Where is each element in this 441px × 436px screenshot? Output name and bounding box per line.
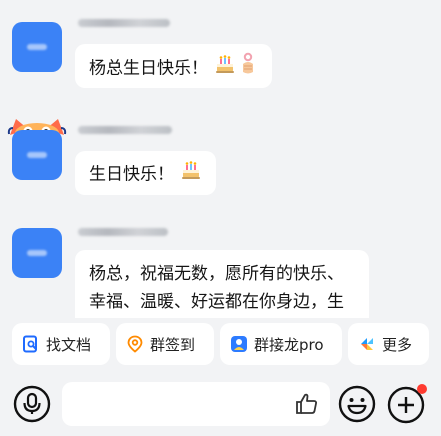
message-bubble[interactable]: 杨总，祝福无数，愿所有的快乐、 幸福、温暖、好运都在你身边，生 <box>75 250 369 318</box>
solitaire-pro-button[interactable]: 群接龙pro <box>220 323 342 365</box>
more-button[interactable]: 更多 <box>348 323 429 365</box>
message-bubble[interactable]: 杨总生日快乐！ <box>75 44 272 88</box>
solitaire-icon <box>230 335 248 353</box>
chat-area: 杨总生日快乐！ 生日快乐！ 杨总，祝福无数，愿所有的快乐、 幸福、温暖、好运都在… <box>0 0 441 318</box>
avatar[interactable] <box>12 130 62 180</box>
avatar[interactable] <box>12 228 62 278</box>
cake-emoji <box>214 53 236 84</box>
message-text: 杨总生日快乐！ <box>89 58 208 79</box>
chip-label: 更多 <box>382 335 413 354</box>
message-text: 生日快乐！ <box>89 164 174 185</box>
cake-emoji <box>180 159 202 190</box>
notification-dot <box>417 384 427 394</box>
message-text-line: 杨总，祝福无数，愿所有的快乐、 <box>89 264 344 284</box>
chip-label: 找文档 <box>46 335 92 354</box>
sender-name-blurred <box>78 126 172 134</box>
smiley-icon <box>338 385 376 423</box>
more-apps-icon <box>358 335 376 353</box>
rich-hand-emoji <box>238 52 258 85</box>
voice-button[interactable] <box>12 384 52 424</box>
location-checkin-icon <box>126 335 144 353</box>
chip-label: 群接龙pro <box>254 335 324 354</box>
plus-button[interactable] <box>386 384 427 424</box>
message-input-bar <box>0 372 441 436</box>
microphone-icon <box>13 385 51 423</box>
message-input[interactable] <box>62 382 330 426</box>
sender-name-blurred <box>78 19 170 27</box>
message-text-line: 幸福、温暖、好运都在你身边，生 <box>89 292 344 312</box>
quick-actions-bar: 找文档 群签到 群接龙pro 更多 <box>0 323 441 367</box>
emoji-button[interactable] <box>337 384 377 424</box>
find-document-icon <box>22 335 40 353</box>
avatar[interactable] <box>12 22 62 72</box>
group-checkin-button[interactable]: 群签到 <box>116 323 214 365</box>
sender-name-blurred <box>78 228 168 236</box>
find-document-button[interactable]: 找文档 <box>12 323 110 365</box>
message-bubble[interactable]: 生日快乐！ <box>75 151 216 195</box>
chip-label: 群签到 <box>150 335 196 354</box>
thumbs-up-icon[interactable] <box>294 391 320 421</box>
